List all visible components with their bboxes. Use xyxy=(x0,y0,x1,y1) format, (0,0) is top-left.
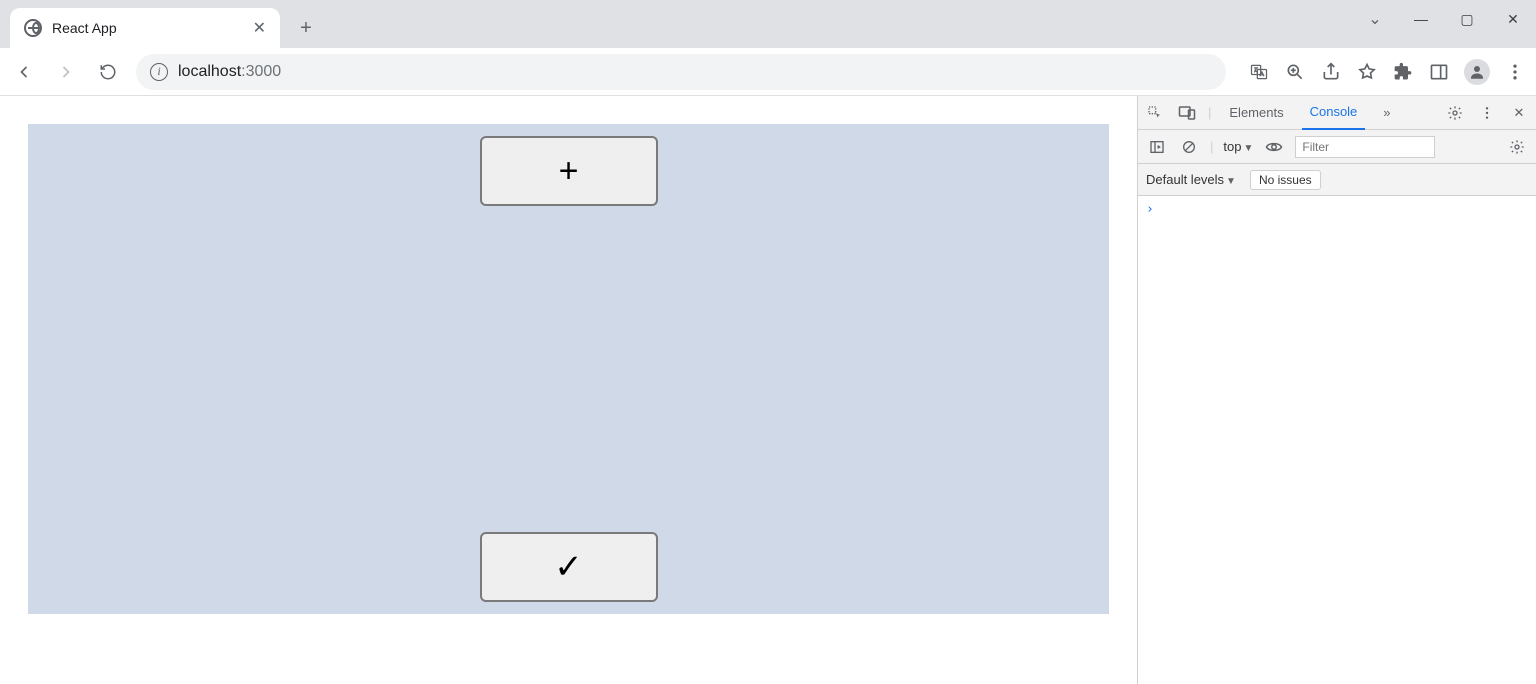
live-expression-icon[interactable] xyxy=(1263,136,1285,158)
submit-button[interactable]: ✓ xyxy=(480,532,658,602)
device-toggle-icon[interactable] xyxy=(1176,102,1198,124)
extensions-icon[interactable] xyxy=(1392,61,1414,83)
globe-icon xyxy=(24,19,42,37)
issues-pill[interactable]: No issues xyxy=(1250,170,1321,190)
window-close-button[interactable]: ✕ xyxy=(1490,0,1536,38)
back-button[interactable] xyxy=(10,58,38,86)
browser-titlebar: React App ✕ + ⌄ — ▢ ✕ xyxy=(0,0,1536,48)
console-prompt-icon: › xyxy=(1146,202,1154,217)
window-controls: ⌄ — ▢ ✕ xyxy=(1352,0,1536,38)
url-bar[interactable]: i localhost:3000 xyxy=(136,54,1226,90)
share-icon[interactable] xyxy=(1320,61,1342,83)
console-toolbar: | top▼ xyxy=(1138,130,1536,164)
site-info-icon[interactable]: i xyxy=(150,63,168,81)
zoom-icon[interactable] xyxy=(1284,61,1306,83)
levels-selector[interactable]: Default levels▼ xyxy=(1146,172,1236,187)
app-container: + ✓ xyxy=(28,124,1109,614)
console-subtoolbar: Default levels▼ No issues xyxy=(1138,164,1536,196)
context-selector[interactable]: top▼ xyxy=(1223,139,1253,154)
tab-console[interactable]: Console xyxy=(1302,96,1366,130)
devtools-settings-icon[interactable] xyxy=(1444,102,1466,124)
bookmark-icon[interactable] xyxy=(1356,61,1378,83)
console-output[interactable]: › xyxy=(1138,196,1536,684)
forward-button xyxy=(52,58,80,86)
tab-more[interactable]: » xyxy=(1375,96,1398,130)
reload-button[interactable] xyxy=(94,58,122,86)
close-tab-icon[interactable]: ✕ xyxy=(253,18,266,38)
url-port: :3000 xyxy=(241,63,281,80)
devtools-kebab-icon[interactable] xyxy=(1476,102,1498,124)
inspect-icon[interactable] xyxy=(1144,102,1166,124)
new-tab-button[interactable]: + xyxy=(290,12,322,44)
add-button[interactable]: + xyxy=(480,136,658,206)
maximize-button[interactable]: ▢ xyxy=(1444,0,1490,38)
plus-icon: + xyxy=(559,152,579,191)
clear-console-icon[interactable] xyxy=(1178,136,1200,158)
browser-toolbar: i localhost:3000 xyxy=(0,48,1536,96)
console-settings-icon[interactable] xyxy=(1506,136,1528,158)
tab-elements[interactable]: Elements xyxy=(1221,96,1291,130)
console-filter-input[interactable] xyxy=(1295,136,1435,158)
page-viewport: + ✓ xyxy=(0,96,1137,684)
minimize-button[interactable]: — xyxy=(1398,0,1444,38)
profile-avatar[interactable] xyxy=(1464,59,1490,85)
translate-icon[interactable] xyxy=(1248,61,1270,83)
url-host: localhost xyxy=(178,63,241,80)
tab-search-icon[interactable]: ⌄ xyxy=(1352,0,1398,38)
sidepanel-icon[interactable] xyxy=(1428,61,1450,83)
tab-title: React App xyxy=(52,20,243,36)
browser-tab[interactable]: React App ✕ xyxy=(10,8,280,48)
devtools-panel: | Elements Console » ✕ | top▼ Default le… xyxy=(1137,96,1536,684)
console-sidebar-toggle-icon[interactable] xyxy=(1146,136,1168,158)
kebab-menu-icon[interactable] xyxy=(1504,61,1526,83)
check-icon: ✓ xyxy=(554,547,583,587)
devtools-close-icon[interactable]: ✕ xyxy=(1508,102,1530,124)
devtools-tabstrip: | Elements Console » ✕ xyxy=(1138,96,1536,130)
